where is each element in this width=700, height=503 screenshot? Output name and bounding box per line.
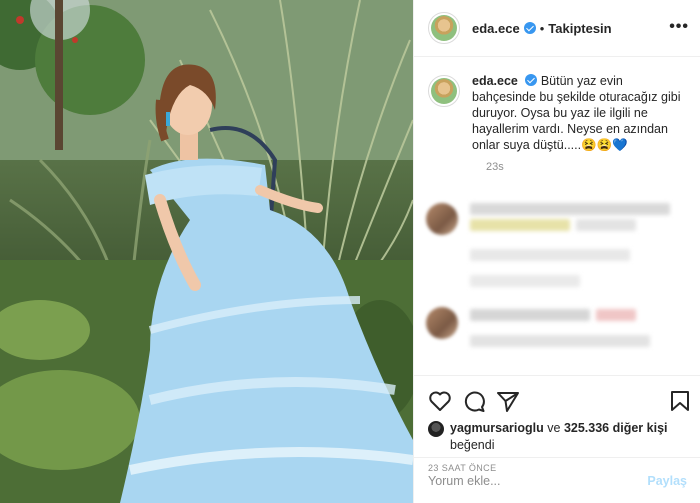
more-horizontal-icon[interactable]: •••	[669, 19, 689, 35]
post-photo[interactable]	[0, 0, 413, 503]
follow-status-button[interactable]: Takiptesin	[548, 21, 611, 36]
likes-count[interactable]: 325.336 diğer kişi	[564, 421, 668, 435]
blurred-avatar	[426, 203, 458, 235]
blurred-text-line	[470, 203, 670, 215]
comment-input[interactable]	[428, 473, 648, 488]
comments-area: eda.ece Bütün yaz evin bahçesinde bu şek…	[414, 57, 700, 375]
post-comment-button[interactable]: Paylaş	[647, 474, 687, 488]
comment-box: Paylaş	[414, 457, 700, 503]
comment-icon[interactable]	[462, 390, 486, 412]
post-header: eda.ece • Takiptesin •••	[414, 0, 700, 57]
heart-icon[interactable]	[428, 390, 452, 412]
likes-summary: yagmursarioglu ve 325.336 diğer kişi beğ…	[428, 420, 687, 454]
blurred-text-line	[596, 309, 636, 321]
blurred-comment	[426, 305, 688, 365]
blurred-avatar	[426, 307, 458, 339]
action-icons-row	[428, 384, 689, 418]
share-icon[interactable]	[496, 390, 520, 412]
caption: eda.ece Bütün yaz evin bahçesinde bu şek…	[428, 73, 687, 153]
caption-username[interactable]: eda.ece	[472, 74, 518, 88]
avatar-image	[431, 15, 457, 41]
avatar[interactable]	[428, 12, 460, 44]
blurred-text-line	[470, 249, 630, 261]
avatar-image	[431, 78, 457, 104]
caption-timestamp[interactable]: 23s	[486, 161, 687, 173]
likes-suffix: beğendi	[450, 438, 495, 452]
bookmark-icon[interactable]	[669, 390, 691, 412]
post-side-panel: eda.ece • Takiptesin ••• eda.ece Bütün y…	[413, 0, 700, 503]
blurred-text-line	[470, 219, 570, 231]
blurred-text-line	[470, 309, 590, 321]
liker-username[interactable]: yagmursarioglu	[450, 421, 544, 435]
blurred-text-line	[470, 335, 650, 347]
separator-dot: •	[539, 20, 545, 36]
liker-avatar[interactable]	[428, 421, 444, 437]
blurred-comment	[426, 199, 688, 289]
likes-text: yagmursarioglu ve 325.336 diğer kişi beğ…	[450, 420, 668, 454]
blurred-text-line	[470, 275, 580, 287]
blurred-text-line	[576, 219, 636, 231]
verified-badge-icon	[525, 74, 538, 86]
header-username[interactable]: eda.ece	[472, 21, 520, 36]
likes-connector: ve	[547, 421, 561, 435]
caption-text-block: eda.ece Bütün yaz evin bahçesinde bu şek…	[472, 73, 687, 153]
verified-badge-icon	[523, 22, 536, 34]
caption-avatar[interactable]	[428, 75, 460, 107]
photo-illustration	[0, 0, 413, 503]
